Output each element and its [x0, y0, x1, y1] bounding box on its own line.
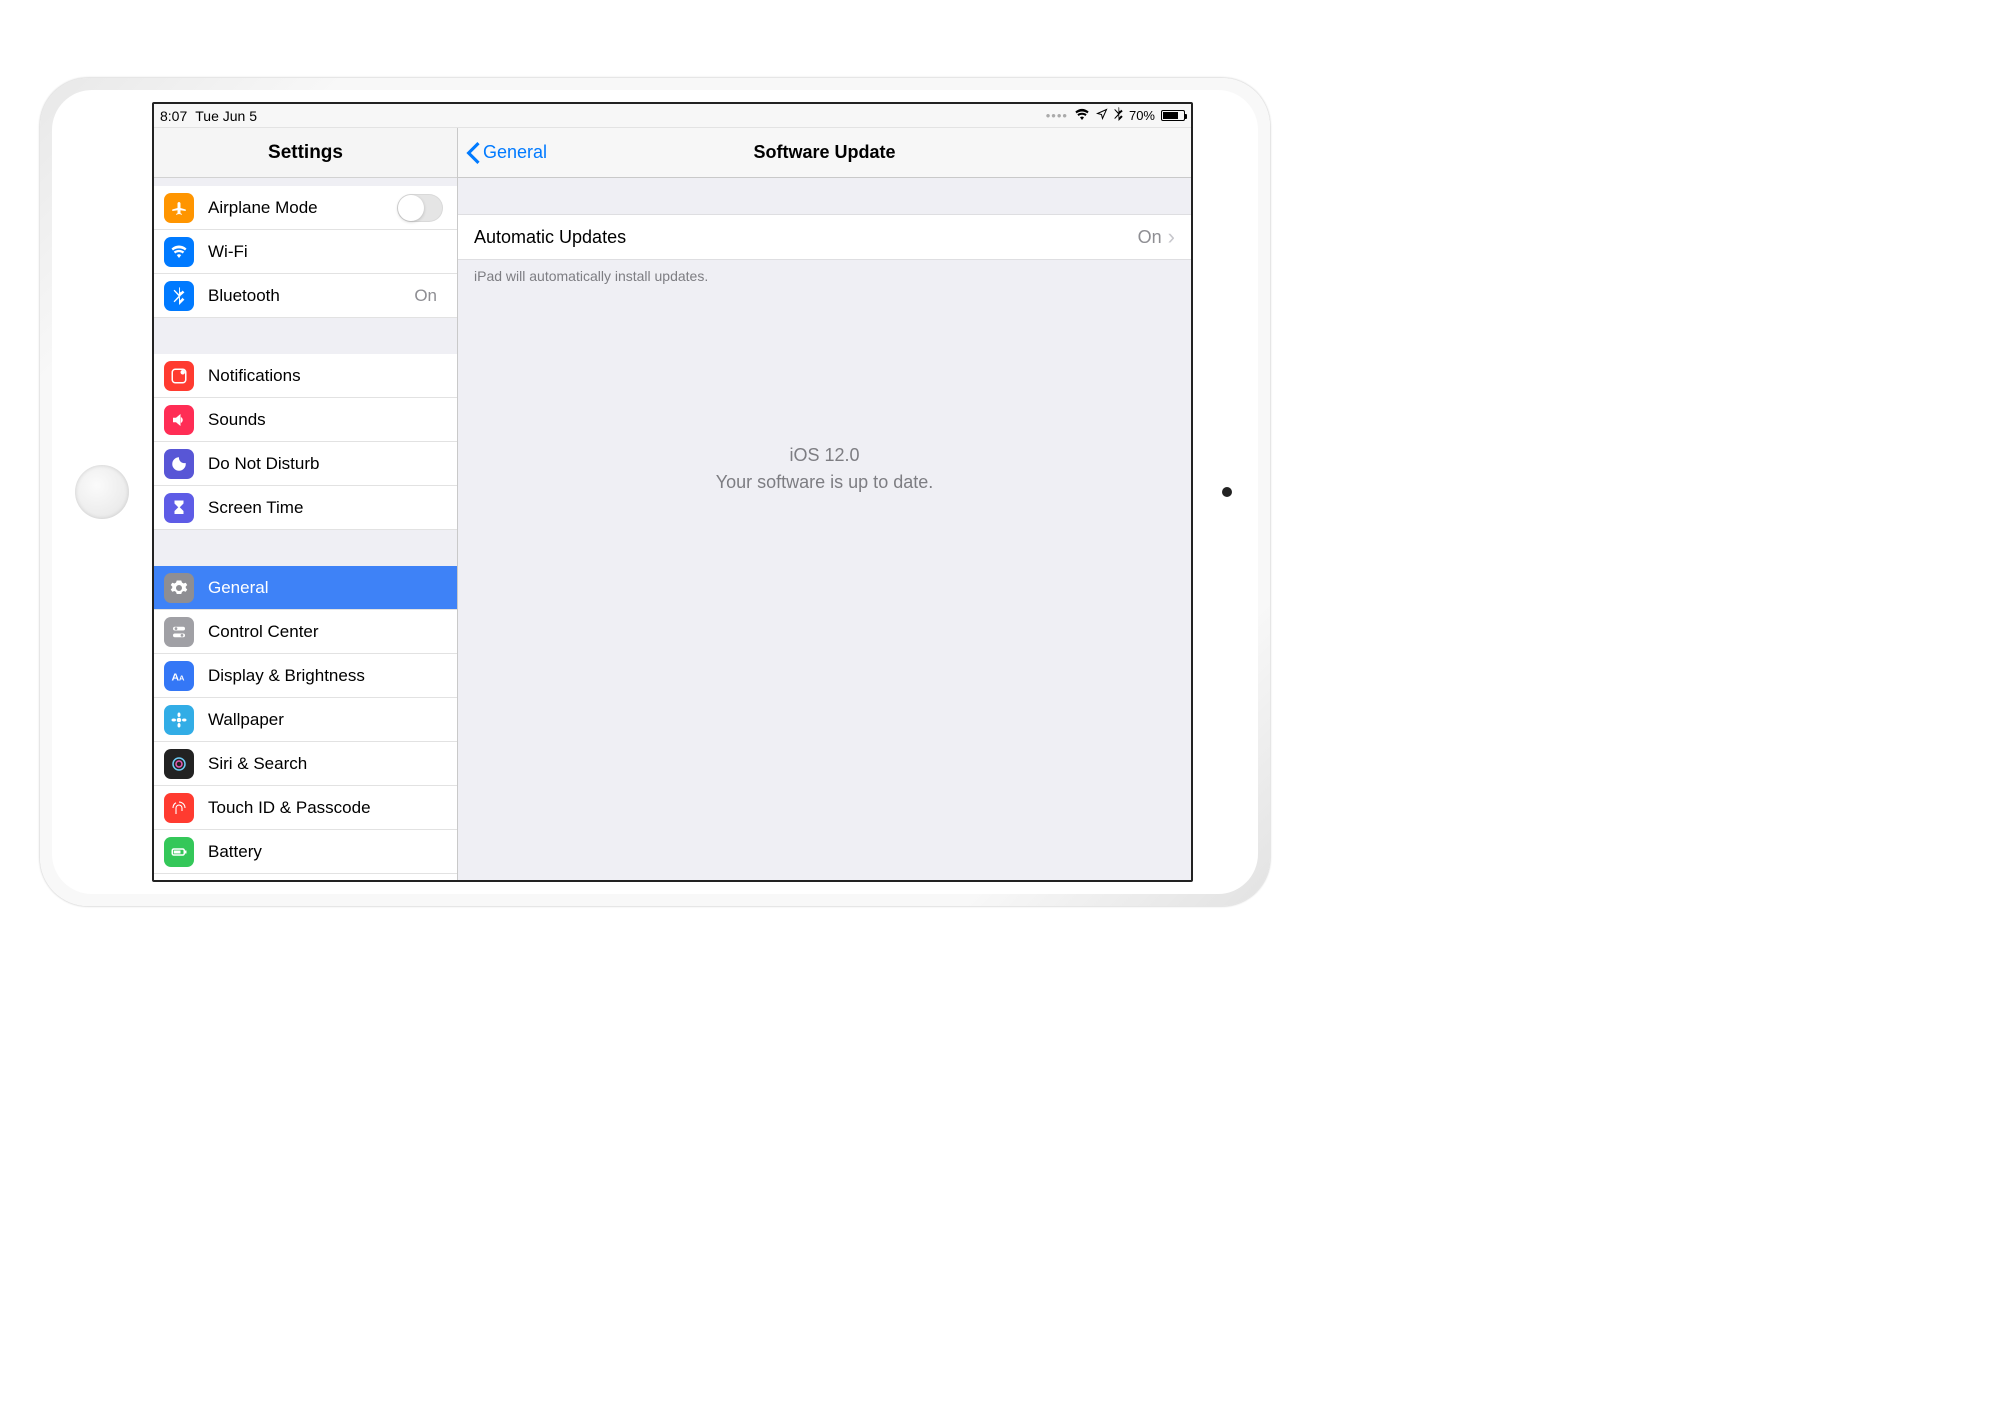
label: General [208, 578, 443, 598]
label: Siri & Search [208, 754, 443, 774]
chevron-right-icon: › [1168, 226, 1175, 248]
label: Wi-Fi [208, 242, 443, 262]
sidebar-item-display[interactable]: AA Display & Brightness [154, 654, 457, 698]
label: Notifications [208, 366, 443, 386]
status-bar: 8:07 Tue Jun 5 •••• 70% [154, 104, 1191, 128]
label: Do Not Disturb [208, 454, 443, 474]
sounds-icon [164, 405, 194, 435]
svg-text:A: A [179, 673, 185, 682]
sidebar-item-siri[interactable]: Siri & Search [154, 742, 457, 786]
hourglass-icon [164, 493, 194, 523]
battery-icon [1161, 110, 1185, 121]
status-time: 8:07 [160, 108, 187, 124]
moon-icon [164, 449, 194, 479]
wifi-icon [164, 237, 194, 267]
label: Touch ID & Passcode [208, 798, 443, 818]
label: Battery [208, 842, 443, 862]
switches-icon [164, 617, 194, 647]
notifications-icon [164, 361, 194, 391]
sidebar-item-touchid[interactable]: Touch ID & Passcode [154, 786, 457, 830]
detail-header: General Software Update [458, 128, 1191, 178]
label: Airplane Mode [208, 198, 397, 218]
flower-icon [164, 705, 194, 735]
sidebar-item-privacy[interactable]: Privacy [154, 874, 457, 880]
sidebar-item-notifications[interactable]: Notifications [154, 354, 457, 398]
status-message: Your software is up to date. [458, 469, 1191, 496]
sidebar-item-dnd[interactable]: Do Not Disturb [154, 442, 457, 486]
label: Control Center [208, 622, 443, 642]
page-title: Software Update [753, 142, 895, 163]
battery-percent: 70% [1129, 108, 1155, 123]
text-size-icon: AA [164, 661, 194, 691]
home-button[interactable] [75, 465, 129, 519]
wifi-icon [1074, 108, 1090, 123]
status-date: Tue Jun 5 [195, 108, 257, 124]
chevron-left-icon [466, 142, 480, 164]
sidebar-title: Settings [154, 128, 457, 178]
back-button[interactable]: General [466, 128, 547, 177]
bluetooth-icon [164, 281, 194, 311]
location-icon [1096, 108, 1108, 123]
sidebar-item-wifi[interactable]: Wi-Fi [154, 230, 457, 274]
footer-note: iPad will automatically install updates. [458, 260, 1191, 292]
fingerprint-icon [164, 793, 194, 823]
ios-version: iOS 12.0 [458, 442, 1191, 469]
sidebar-item-battery[interactable]: Battery [154, 830, 457, 874]
sidebar-item-control-center[interactable]: Control Center [154, 610, 457, 654]
sidebar-item-airplane[interactable]: Airplane Mode [154, 186, 457, 230]
airplane-toggle[interactable] [397, 194, 443, 222]
bluetooth-icon [1114, 107, 1123, 124]
label: Screen Time [208, 498, 443, 518]
value: On [1138, 227, 1162, 248]
update-status: iOS 12.0 Your software is up to date. [458, 442, 1191, 496]
detail-pane: General Software Update Automatic Update… [458, 128, 1191, 880]
cellular-icon: •••• [1046, 108, 1068, 123]
automatic-updates-row[interactable]: Automatic Updates On › [458, 214, 1191, 260]
sidebar-item-wallpaper[interactable]: Wallpaper [154, 698, 457, 742]
sidebar-item-sounds[interactable]: Sounds [154, 398, 457, 442]
label: Sounds [208, 410, 443, 430]
siri-icon [164, 749, 194, 779]
sidebar-item-screentime[interactable]: Screen Time [154, 486, 457, 530]
label: Display & Brightness [208, 666, 443, 686]
gear-icon [164, 573, 194, 603]
front-camera [1222, 487, 1232, 497]
value: On [414, 286, 437, 306]
sidebar-item-bluetooth[interactable]: Bluetooth On [154, 274, 457, 318]
battery-icon [164, 837, 194, 867]
airplane-icon [164, 193, 194, 223]
sidebar-item-general[interactable]: General [154, 566, 457, 610]
label: Automatic Updates [474, 227, 1138, 248]
label: Bluetooth [208, 286, 414, 306]
back-label: General [483, 142, 547, 163]
label: Wallpaper [208, 710, 443, 730]
settings-sidebar: Settings Airplane Mode Wi-Fi [154, 128, 458, 880]
